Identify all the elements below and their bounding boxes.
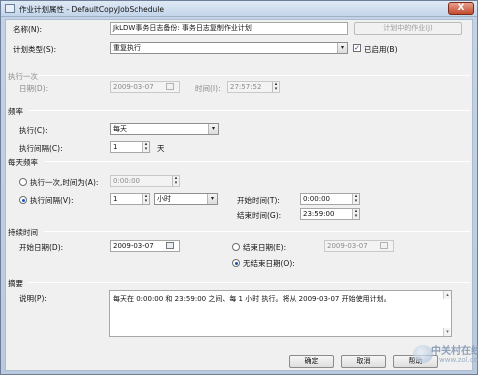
spin-down-icon: ▾ (144, 146, 148, 152)
title-bar[interactable]: 作业计划属性 - DefaultCopyJobSchedule X (1, 1, 477, 17)
schedule-type-select[interactable]: 重复执行 ▾ (110, 42, 348, 54)
spin-down-icon: ▾ (354, 213, 358, 219)
occurs-every-radio[interactable] (19, 196, 27, 204)
duration-divider (44, 231, 470, 232)
frequency-divider (28, 110, 470, 111)
one-time-date-value: 2009-03-07 (113, 83, 154, 91)
occurs-once-radio[interactable] (19, 178, 27, 186)
one-time-section-title: 执行一次 (8, 72, 38, 81)
recurs-unit-label: 天 (157, 144, 165, 153)
name-input[interactable]: JkLDW事务日志备份: 事务日志复制作业计划 (110, 22, 348, 35)
enabled-label: 已启用(B) (364, 45, 398, 54)
description-text: 每天在 0:00:00 和 23:59:00 之间、每 1 小时 执行。将从 2… (113, 295, 391, 303)
occurs-once-time-input[interactable]: 0:00:00 (110, 175, 180, 187)
occurs-every-unit-select[interactable]: 小时 ▾ (154, 193, 218, 205)
name-label: 名称(N): (13, 25, 42, 34)
occurs-every-unit-value: 小时 (157, 195, 171, 203)
watermark-globe-icon (413, 345, 433, 363)
spin-down-icon: ▾ (144, 198, 148, 204)
spin-down-icon: ▾ (174, 180, 178, 186)
watermark-logo: 中关村在线 www.zol.com.cn (413, 335, 478, 369)
occurs-every-label: 执行间隔(V): (30, 196, 74, 205)
occurs-label: 执行(C): (19, 126, 48, 135)
ok-button[interactable]: 确定 (289, 355, 334, 368)
chevron-down-icon: ▾ (337, 43, 347, 53)
occurs-every-spinner[interactable]: ▴ ▾ (142, 194, 149, 204)
chevron-down-icon: ▾ (208, 124, 218, 134)
duration-section-title: 持续时间 (8, 228, 38, 237)
end-date-radio[interactable] (232, 243, 240, 251)
one-time-time-label: 时间(I): (195, 84, 221, 93)
end-time-label: 结束时间(G): (237, 211, 282, 220)
occurs-once-label: 执行一次,时间为(A): (30, 178, 99, 187)
start-time-spinner[interactable]: ▴ ▾ (352, 194, 359, 204)
start-date-label: 开始日期(D): (19, 243, 64, 252)
one-time-time-spinner[interactable]: ▴ ▾ (272, 82, 279, 92)
cancel-button[interactable]: 取消 (341, 355, 386, 368)
frequency-section-title: 频率 (8, 107, 23, 116)
spin-down-icon: ▾ (274, 86, 278, 92)
summary-section-title: 摘要 (8, 279, 23, 288)
calendar-icon (380, 242, 388, 249)
daily-frequency-divider (44, 161, 470, 162)
watermark-site: www.zol.com.cn (439, 356, 478, 364)
end-time-input[interactable]: 23:59:00 (300, 208, 360, 220)
daily-frequency-section-title: 每天频率 (8, 158, 38, 167)
close-button[interactable]: X (448, 2, 474, 15)
watermark-brand: 中关村在线 (431, 346, 478, 357)
end-time-spinner[interactable]: ▴ ▾ (352, 209, 359, 219)
one-time-divider (36, 75, 470, 76)
calendar-icon (166, 83, 174, 90)
window-icon (5, 4, 15, 13)
scroll-up-icon[interactable]: ▴ (443, 291, 451, 299)
dialog-body: 名称(N): JkLDW事务日志备份: 事务日志复制作业计划 计划中的作业(J)… (5, 19, 473, 371)
occurs-once-spinner[interactable]: ▴ ▾ (172, 176, 179, 186)
schedule-type-label: 计划类型(S): (13, 45, 57, 54)
chevron-down-icon: ▾ (207, 194, 217, 204)
occurs-select[interactable]: 每天 ▾ (110, 123, 219, 135)
enabled-checkbox[interactable]: ✓ (353, 44, 361, 52)
window-title: 作业计划属性 - DefaultCopyJobSchedule (19, 5, 164, 14)
schedule-type-value: 重复执行 (113, 44, 141, 52)
calendar-icon[interactable] (166, 242, 174, 249)
no-end-date-label: 无结束日期(O): (243, 259, 295, 268)
description-label: 说明(P): (19, 294, 47, 303)
summary-divider (28, 282, 470, 283)
spin-down-icon: ▾ (354, 198, 358, 204)
no-end-date-radio[interactable] (232, 259, 240, 267)
description-textarea[interactable]: 每天在 0:00:00 和 23:59:00 之间、每 1 小时 执行。将从 2… (109, 290, 452, 337)
start-time-input[interactable]: 0:00:00 (300, 193, 360, 205)
start-date-value: 2009-03-07 (113, 242, 154, 250)
one-time-date-label: 日期(D): (19, 84, 49, 93)
start-time-label: 开始时间(T): (237, 196, 280, 205)
end-date-label: 结束日期(E): (243, 243, 287, 252)
jobs-in-schedule-button[interactable]: 计划中的作业(J) (354, 22, 462, 35)
schedule-properties-window: 作业计划属性 - DefaultCopyJobSchedule X 名称(N):… (0, 0, 478, 375)
recurs-every-label: 执行间隔(C): (19, 144, 63, 153)
recurs-every-spinner[interactable]: ▴ ▾ (142, 142, 149, 152)
occurs-value: 每天 (113, 125, 127, 133)
end-date-value: 2009-03-07 (327, 242, 368, 250)
